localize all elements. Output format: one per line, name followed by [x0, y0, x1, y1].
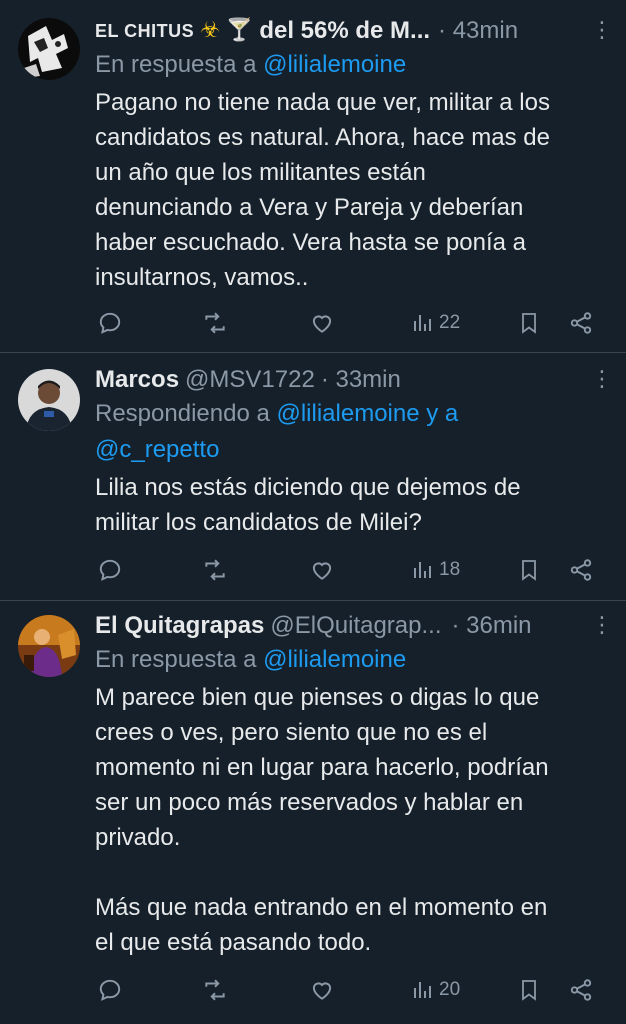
share-icon — [570, 312, 592, 334]
reply-button[interactable] — [97, 975, 123, 1005]
share-button[interactable] — [568, 308, 594, 338]
user-handle[interactable]: @ElQuitagrap... — [270, 610, 441, 642]
display-name-continued[interactable]: del 56% de M... — [259, 15, 430, 47]
like-icon — [312, 562, 332, 580]
bookmark-icon — [522, 313, 536, 334]
tweet[interactable]: El Quitagrapas @ElQuitagrap... · 36min E… — [0, 601, 626, 1024]
more-icon[interactable]: ⋮ — [590, 368, 614, 393]
reply-icon — [99, 312, 121, 334]
share-button[interactable] — [568, 555, 594, 585]
share-button[interactable] — [568, 975, 594, 1005]
retweet-icon — [205, 559, 225, 581]
tweet-actions: 20 — [95, 975, 605, 1005]
reply-context: En respuesta a @lilialemoine — [95, 642, 610, 678]
more-icon[interactable]: ⋮ — [590, 614, 614, 639]
display-name[interactable]: EL CHITUS — [95, 15, 194, 47]
views-count: 20 — [439, 979, 461, 1000]
more-icon[interactable]: ⋮ — [590, 19, 614, 44]
share-icon — [570, 559, 592, 581]
tweet[interactable]: EL CHITUS ☣ 🍸 del 56% de M... · 43min En… — [0, 0, 626, 353]
like-icon — [312, 982, 332, 1000]
views-count: 18 — [439, 559, 461, 580]
bookmark-button[interactable] — [517, 308, 541, 338]
tweet-header: EL CHITUS ☣ 🍸 del 56% de M... · 43min — [95, 15, 610, 47]
share-icon — [570, 979, 592, 1001]
retweet-icon — [205, 979, 225, 1001]
timestamp[interactable]: · 43min — [438, 15, 518, 47]
views-icon — [414, 315, 431, 331]
avatar[interactable] — [18, 615, 80, 677]
reply-button[interactable] — [97, 555, 123, 585]
retweet-button[interactable] — [202, 975, 228, 1005]
tweet-actions: 22 — [95, 308, 605, 338]
reply-icon — [99, 559, 121, 581]
tweet-text: Pagano no tiene nada que ver, militar a … — [95, 89, 550, 291]
biohazard-emoji: ☣ — [200, 18, 220, 43]
tweet-header: El Quitagrapas @ElQuitagrap... · 36min — [95, 610, 610, 642]
reply-prefix: En respuesta a — [95, 51, 257, 78]
reply-handle-link[interactable]: @lilialemoine y a — [276, 400, 458, 427]
display-name[interactable]: Marcos — [95, 364, 179, 396]
views-button[interactable]: 18 — [411, 555, 460, 585]
tweet-header: Marcos @MSV1722 · 33min — [95, 364, 610, 396]
like-button[interactable] — [309, 308, 335, 338]
retweet-button[interactable] — [202, 308, 228, 338]
reply-prefix: En respuesta a — [95, 646, 257, 673]
views-button[interactable]: 22 — [411, 308, 460, 338]
views-count: 22 — [439, 312, 461, 333]
like-button[interactable] — [309, 555, 335, 585]
timestamp[interactable]: · 36min — [452, 610, 532, 642]
reply-context: Respondiendo a @lilialemoine y a @c_repe… — [95, 396, 610, 468]
like-button[interactable] — [309, 975, 335, 1005]
views-icon — [414, 562, 431, 578]
views-icon — [414, 982, 431, 998]
avatar[interactable] — [18, 369, 80, 431]
reply-button[interactable] — [97, 308, 123, 338]
tweet-text: M parece bien que pienses o digas lo que… — [95, 684, 549, 956]
tweet-text: Lilia nos estás diciendo que dejemos de … — [95, 474, 521, 536]
cocktail-emoji: 🍸 — [225, 18, 254, 43]
reply-prefix: Respondiendo a — [95, 400, 270, 427]
bookmark-button[interactable] — [517, 975, 541, 1005]
display-name[interactable]: El Quitagrapas — [95, 610, 264, 642]
reply-icon — [99, 979, 121, 1001]
timestamp[interactable]: · 33min — [321, 364, 401, 396]
bookmark-icon — [522, 560, 536, 581]
reply-context: En respuesta a @lilialemoine — [95, 47, 610, 83]
retweet-button[interactable] — [202, 555, 228, 585]
avatar[interactable] — [18, 18, 80, 80]
bookmark-button[interactable] — [517, 555, 541, 585]
tweet-actions: 18 — [95, 555, 605, 585]
user-handle[interactable]: @MSV1722 — [185, 364, 315, 396]
like-icon — [312, 315, 332, 333]
reply-handle-link[interactable]: @lilialemoine — [263, 51, 406, 78]
reply-handle-link[interactable]: @lilialemoine — [263, 646, 406, 673]
views-button[interactable]: 20 — [411, 975, 460, 1005]
retweet-icon — [205, 312, 225, 334]
reply-handle-link-2[interactable]: @c_repetto — [95, 436, 219, 463]
bookmark-icon — [522, 980, 536, 1001]
tweet[interactable]: Marcos @MSV1722 · 33min Respondiendo a @… — [0, 353, 626, 601]
